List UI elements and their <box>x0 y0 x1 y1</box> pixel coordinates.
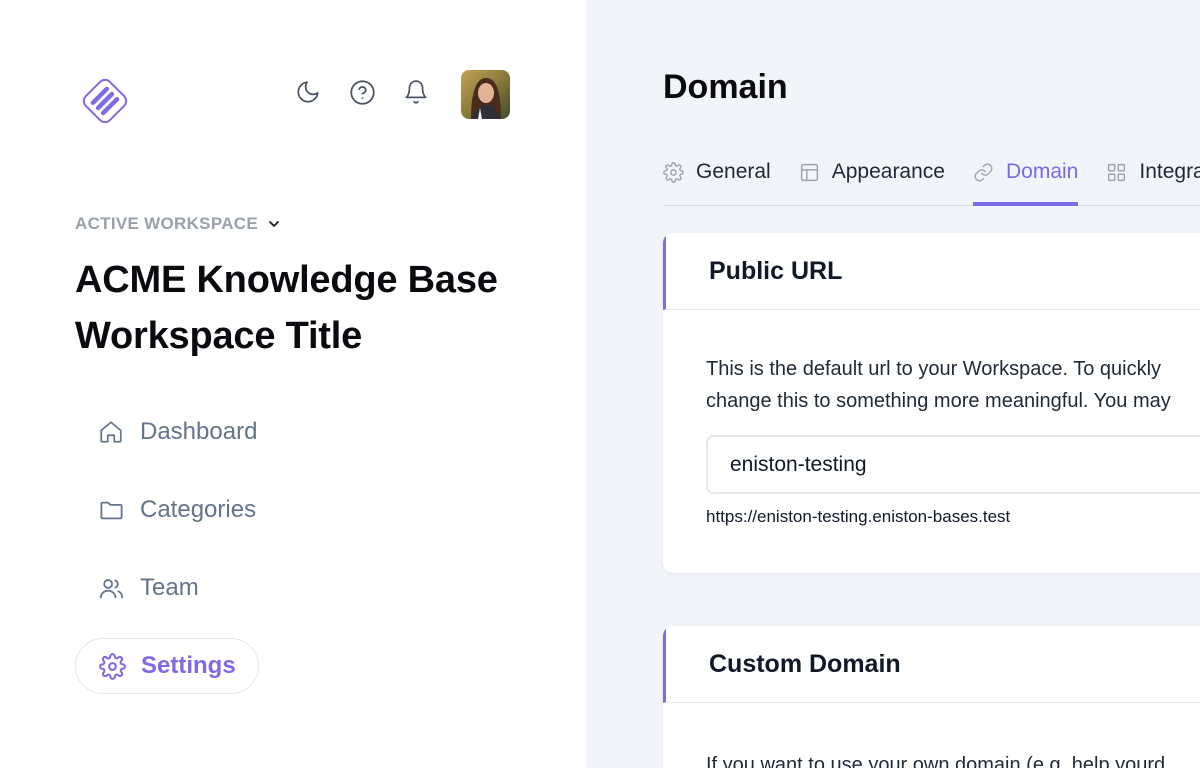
sidebar-nav: Dashboard Categories Team Settings <box>75 404 279 716</box>
grid-icon <box>1106 162 1127 183</box>
tab-general[interactable]: General <box>663 152 771 192</box>
header-actions <box>294 78 456 106</box>
public-url-card: Public URL This is the default url to yo… <box>663 233 1200 573</box>
help-circle-icon[interactable] <box>348 78 376 106</box>
app-logo[interactable] <box>78 74 132 128</box>
tab-integrations[interactable]: Integra <box>1106 152 1200 192</box>
sidebar-item-dashboard[interactable]: Dashboard <box>75 404 279 460</box>
sidebar-item-settings[interactable]: Settings <box>75 638 259 694</box>
gear-icon <box>97 651 127 681</box>
main-content: Domain General Appearance Domain Integra <box>586 0 1200 768</box>
tab-label: General <box>696 160 771 183</box>
sidebar-item-label: Team <box>140 574 199 601</box>
public-url-description-line-2: change this to something more meaningful… <box>706 390 1171 412</box>
bell-icon[interactable] <box>402 78 430 106</box>
full-url-text: https://eniston-testing.eniston-bases.te… <box>706 507 1011 526</box>
tab-label: Integra <box>1139 160 1200 183</box>
sidebar-item-label: Categories <box>140 496 257 523</box>
tab-domain[interactable]: Domain <box>972 152 1079 206</box>
tab-label: Appearance <box>831 160 945 183</box>
workspace-title: ACME Knowledge Base Workspace Title <box>75 259 498 357</box>
sidebar-item-label: Settings <box>141 652 236 679</box>
sidebar-item-team[interactable]: Team <box>75 560 279 616</box>
settings-tabs: General Appearance Domain Integra <box>663 152 1200 206</box>
link-icon <box>973 162 994 183</box>
active-workspace-label: ACTIVE WORKSPACE <box>75 214 258 233</box>
public-url-heading: Public URL <box>663 233 1200 310</box>
tab-label: Domain <box>1005 160 1079 183</box>
moon-icon[interactable] <box>294 78 322 106</box>
folder-icon <box>96 495 126 525</box>
chevron-down-icon <box>266 216 282 232</box>
sidebar-item-label: Dashboard <box>140 418 258 445</box>
custom-domain-heading: Custom Domain <box>663 626 1200 703</box>
user-avatar[interactable] <box>461 70 510 119</box>
active-workspace-switcher[interactable]: ACTIVE WORKSPACE <box>75 214 282 234</box>
gear-icon <box>663 161 684 183</box>
custom-domain-description: If you want to use your own domain (e.g.… <box>706 754 1166 768</box>
public-url-description-line-1: This is the default url to your Workspac… <box>706 358 1162 380</box>
subdomain-input[interactable] <box>706 435 1200 494</box>
sidebar: ACTIVE WORKSPACE ACME Knowledge Base Wor… <box>0 0 586 768</box>
tab-appearance[interactable]: Appearance <box>799 152 945 192</box>
custom-domain-card: Custom Domain If you want to use your ow… <box>663 626 1200 768</box>
users-icon <box>96 573 126 603</box>
layout-icon <box>799 162 820 183</box>
home-icon <box>96 417 126 447</box>
page-title: Domain <box>663 68 788 106</box>
sidebar-item-categories[interactable]: Categories <box>75 482 279 538</box>
